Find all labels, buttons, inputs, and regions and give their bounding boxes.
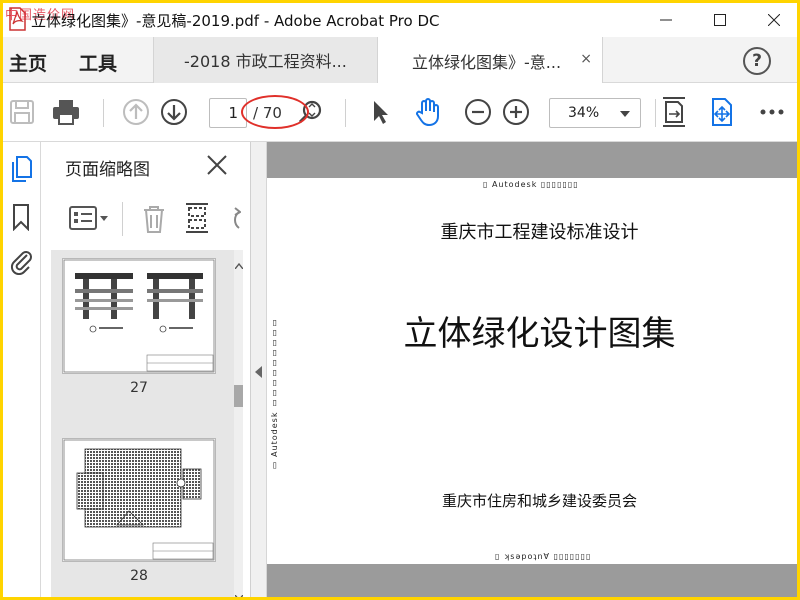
tab-row: 主页 工具 -2018 市政工程资料... 立体绿化图集》-意... × ? [3, 37, 797, 84]
tab-home[interactable]: 主页 [9, 49, 47, 76]
annotation-red-ellipse [241, 95, 309, 129]
thumbnail-scrollbar[interactable] [234, 250, 243, 597]
page-top-mark: ▯ Autodesk ▯▯▯▯▯▯▯ [483, 180, 579, 189]
thumbnail-page-28[interactable] [62, 438, 216, 562]
maximize-icon [714, 14, 726, 26]
thumbnail-page-27[interactable] [62, 258, 216, 374]
document-tab-2[interactable]: 立体绿化图集》-意... × [378, 37, 603, 84]
page-fit-icon[interactable] [659, 97, 689, 127]
save-icon[interactable] [7, 97, 37, 127]
zoom-value: 34% [568, 105, 600, 121]
pdf-page: ▯ Autodesk ▯▯▯▯▯▯▯ ▯ Autodesk ▯▯▯▯▯▯▯▯▯ … [267, 178, 797, 564]
document-title: 立体绿化设计图集 [403, 314, 676, 354]
close-window-button[interactable] [751, 3, 797, 37]
toolbar-separator [122, 202, 123, 236]
tab-close-icon[interactable]: × [580, 51, 592, 67]
arrow-down-circle-icon[interactable] [159, 97, 189, 127]
tab-tools[interactable]: 工具 [79, 49, 117, 76]
document-subtitle: 重庆市工程建设标准设计 [440, 222, 639, 243]
window-title: 立体绿化图集》-意见稿-2019.pdf - Adobe Acrobat Pro… [31, 12, 440, 30]
print-icon[interactable] [51, 97, 81, 127]
page-thumbnails-icon[interactable] [6, 154, 36, 184]
toolbar-separator [345, 99, 346, 127]
acrobat-window: 中国造价网 立体绿化图集》-意见稿-2019.pdf - Adobe Acrob… [3, 3, 797, 597]
more-icon[interactable] [757, 97, 787, 127]
left-navigation-rail [3, 142, 41, 597]
chevron-down-icon[interactable] [234, 586, 243, 597]
title-bar: 中国造价网 立体绿化图集》-意见稿-2019.pdf - Adobe Acrob… [3, 3, 797, 37]
help-button[interactable]: ? [743, 47, 771, 75]
document-view[interactable]: ▯ Autodesk ▯▯▯▯▯▯▯ ▯ Autodesk ▯▯▯▯▯▯▯▯▯ … [267, 142, 797, 597]
minimize-icon [660, 19, 672, 21]
thumbnail-label: 28 [130, 568, 148, 584]
zoom-select[interactable]: 34% [549, 98, 641, 128]
chevron-down-icon [620, 111, 630, 117]
rotate-icon[interactable] [223, 206, 242, 236]
chevron-up-icon[interactable] [234, 254, 243, 273]
cursor-arrow-icon[interactable] [365, 97, 395, 127]
document-tab-label: 立体绿化图集》-意... [412, 52, 562, 72]
hand-icon[interactable] [413, 97, 443, 127]
thumbnail-options-icon[interactable] [69, 204, 109, 236]
document-tab-1[interactable]: -2018 市政工程资料... [153, 37, 378, 83]
panel-collapse-strip[interactable] [251, 142, 267, 597]
thumbnail-list[interactable]: 27 28 [51, 250, 243, 597]
bookmark-icon[interactable] [6, 202, 36, 232]
toolbar-separator [103, 99, 104, 127]
thumbnail-label: 27 [130, 380, 148, 396]
collapse-arrow-icon[interactable] [255, 366, 262, 378]
thumbnails-panel: 页面缩略图 27 28 [41, 142, 251, 597]
zoom-in-icon[interactable] [501, 97, 531, 127]
zoom-out-icon[interactable] [463, 97, 493, 127]
page-split-icon[interactable] [183, 202, 211, 238]
scrollbar-thumb[interactable] [234, 385, 243, 407]
main-toolbar: / 70 34% [3, 83, 797, 142]
document-organization: 重庆市住房和城乡建设委员会 [441, 492, 637, 510]
document-tab-label: -2018 市政工程资料... [184, 52, 347, 71]
panel-title: 页面缩略图 [65, 160, 150, 180]
close-icon[interactable] [206, 154, 228, 176]
thumbnail-toolbar [41, 192, 251, 248]
toolbar-separator [655, 99, 656, 127]
attachment-icon[interactable] [6, 246, 36, 276]
page-bottom-mark: ▯ ʞsǝpoʇnⱯ ▯▯▯▯▯▯▯ [495, 552, 592, 561]
maximize-button[interactable] [697, 3, 743, 37]
arrow-up-circle-icon[interactable] [121, 97, 151, 127]
minimize-button[interactable] [643, 3, 689, 37]
trash-icon[interactable] [141, 204, 167, 238]
close-icon [768, 14, 780, 26]
rotate-view-icon[interactable] [707, 97, 737, 127]
